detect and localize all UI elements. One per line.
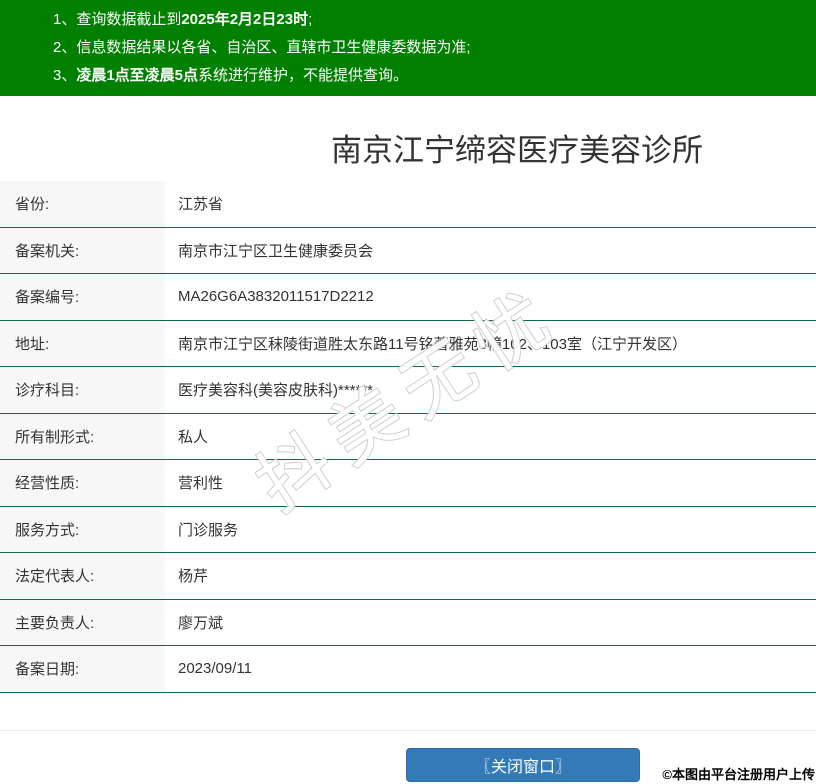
row-value: 医疗美容科(美容皮肤科)****** [178,382,374,400]
upload-credit-watermark: ©本图由平台注册用户上传 [662,767,815,782]
row-value: 廖万斌 [178,614,224,632]
table-row-legal-representative: 法定代表人: 杨芹 [0,553,816,600]
table-row-record-date: 备案日期: 2023/09/11 [0,646,816,693]
row-label: 省份: [0,181,165,227]
row-label: 法定代表人: [0,553,165,599]
row-value: MA26G6A3832011517D2212 [178,288,374,306]
info-table: 省份: 江苏省 备案机关: 南京市江宁区卫生健康委员会 备案编号: MA26G6A38… [0,181,816,693]
row-label: 备案机关: [0,227,165,273]
table-row-province: 省份: 江苏省 [0,181,816,228]
row-value: 门诊服务 [178,521,239,539]
table-row-record-number: 备案编号: MA26G6A3832011517D2212 [0,274,816,321]
notice-text-bold: 凌晨1点至凌晨5点 [76,67,199,84]
notice-text: 3、 [53,67,77,84]
footer-divider [0,730,816,731]
row-value: 私人 [178,428,209,446]
row-label: 地址: [0,320,165,366]
row-value: 营利性 [178,475,224,493]
row-value: 杨芹 [178,568,209,586]
row-value: 江苏省 [178,196,224,214]
notice-text-bold: 2025年2月2日23时 [181,11,309,28]
row-label: 经营性质: [0,460,165,506]
notice-text: ; [308,11,313,28]
row-value: 南京市江宁区秣陵街道胜太东路11号铭著雅苑3幢102、103室（江宁开发区） [178,335,687,353]
notice-line-2: 2、信息数据结果以各省、自治区、直辖市卫生健康委数据为准; [53,34,806,62]
row-label: 主要负责人: [0,599,165,645]
notice-line-1: 1、查询数据截止到2025年2月2日23时; [53,6,806,34]
row-value: 南京市江宁区卫生健康委员会 [178,242,374,260]
table-row-operation-nature: 经营性质: 营利性 [0,460,816,507]
notice-text: 1、查询数据截止到 [53,11,182,28]
notice-line-3: 3、凌晨1点至凌晨5点系统进行维护，不能提供查询。 [53,62,806,90]
row-label: 服务方式: [0,506,165,552]
page-title: 南京江宁缔容医疗美容诊所 [331,133,703,168]
row-label: 备案编号: [0,274,165,320]
notice-text: 2、信息数据结果以各省、自治区、直辖市卫生健康委数据为准; [53,39,471,56]
table-row-person-in-charge: 主要负责人: 廖万斌 [0,599,816,646]
row-label: 备案日期: [0,646,165,692]
notice-bar: 1、查询数据截止到2025年2月2日23时; 2、信息数据结果以各省、自治区、直… [0,0,816,96]
row-label: 诊疗科目: [0,367,165,413]
table-row-ownership: 所有制形式: 私人 [0,413,816,460]
table-row-address: 地址: 南京市江宁区秣陵街道胜太东路11号铭著雅苑3幢102、103室（江宁开发区… [0,320,816,367]
close-window-button[interactable]: 〖关闭窗口〗 [406,748,640,782]
notice-text: 系统进行维护，不能提供查询。 [198,67,409,84]
table-row-authority: 备案机关: 南京市江宁区卫生健康委员会 [0,227,816,274]
table-row-departments: 诊疗科目: 医疗美容科(美容皮肤科)****** [0,367,816,414]
row-label: 所有制形式: [0,413,165,459]
table-row-service-mode: 服务方式: 门诊服务 [0,506,816,553]
row-value: 2023/09/11 [178,660,252,678]
